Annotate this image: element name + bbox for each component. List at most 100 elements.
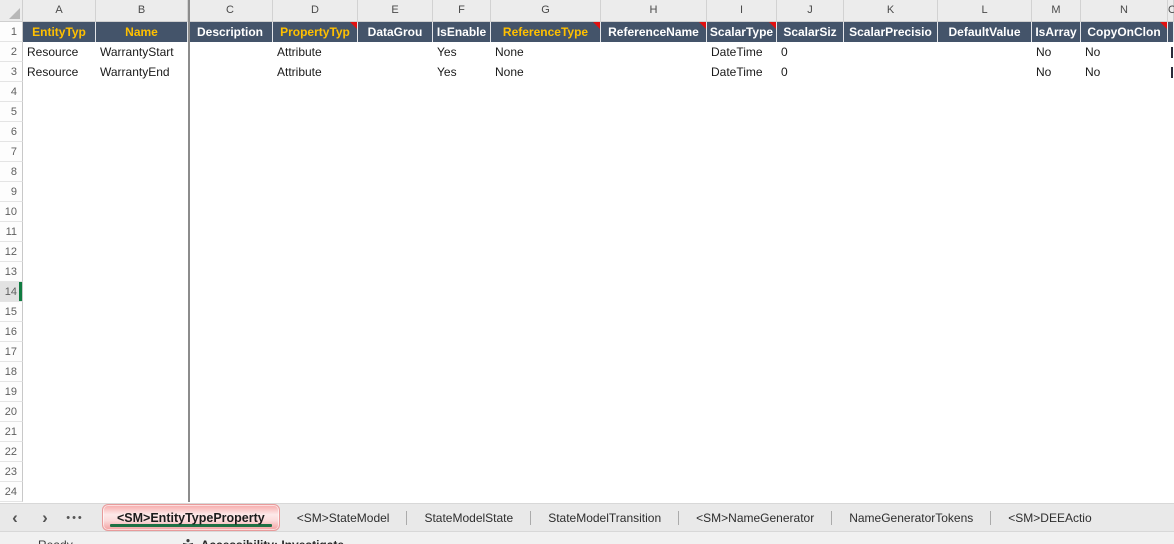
sheet-tab-active[interactable]: <SM>EntityTypeProperty	[102, 504, 280, 531]
more-sheets-icon[interactable]: •••	[60, 512, 90, 524]
select-all-corner[interactable]	[0, 0, 23, 21]
row-number-6[interactable]: 6	[0, 122, 23, 142]
comment-indicator-icon	[593, 22, 600, 29]
comment-indicator-icon	[769, 22, 776, 29]
column-letter-D[interactable]: D	[273, 0, 358, 21]
header-cell-CopyOnClon[interactable]: CopyOnClon	[1081, 22, 1168, 42]
accessibility-icon	[182, 538, 193, 544]
column-letter-H[interactable]: H	[601, 0, 707, 21]
column-letter-O[interactable]: O	[1168, 0, 1174, 21]
column-letter-C[interactable]: C	[188, 0, 273, 21]
column-letter-E[interactable]: E	[358, 0, 433, 21]
comment-indicator-icon	[699, 22, 706, 29]
row-number-11[interactable]: 11	[0, 222, 23, 242]
header-cell-IsEnable[interactable]: IsEnable	[433, 22, 491, 42]
freeze-pane-divider	[188, 0, 190, 502]
cell-N3[interactable]: No	[1081, 62, 1168, 82]
comment-indicator-icon	[1160, 22, 1167, 29]
column-letter-F[interactable]: F	[433, 0, 491, 21]
row-number-column: 1 2 3 4 5 6 7 8 9 10 11 12 13 14 15 16 17 18 19 20 21 22 23 24	[0, 22, 23, 502]
header-cell-ScalarPrecisio[interactable]: ScalarPrecisio	[844, 22, 938, 42]
row-number-24[interactable]: 24	[0, 482, 23, 502]
cell-F3[interactable]: Yes	[433, 62, 491, 82]
header-cell-ReferenceName[interactable]: ReferenceName	[601, 22, 707, 42]
tab-scroll-right-button[interactable]: ›	[30, 505, 60, 531]
header-cell-Name[interactable]: Name	[96, 22, 188, 42]
tab-scroll-left-button[interactable]: ‹	[0, 505, 30, 531]
select-all-triangle-icon	[9, 8, 20, 19]
column-letter-N[interactable]: N	[1081, 0, 1168, 21]
header-cell-ScalarSiz[interactable]: ScalarSiz	[777, 22, 844, 42]
accessibility-check-button[interactable]: Accessibility: Investigate	[181, 538, 344, 544]
clipped-cell-text-mark	[1171, 67, 1173, 78]
cell-B3[interactable]: WarrantyEnd	[96, 62, 188, 82]
row-number-10[interactable]: 10	[0, 202, 23, 222]
row-number-13[interactable]: 13	[0, 262, 23, 282]
column-letter-A[interactable]: A	[23, 0, 96, 21]
row-number-7[interactable]: 7	[0, 142, 23, 162]
cell-G3[interactable]: None	[491, 62, 601, 82]
cell-D3[interactable]: Attribute	[273, 62, 358, 82]
row-number-3[interactable]: 3	[0, 62, 23, 82]
header-cell-ScalarType[interactable]: ScalarType	[707, 22, 777, 42]
comment-indicator-icon	[350, 22, 357, 29]
column-letter-I[interactable]: I	[707, 0, 777, 21]
header-cell-EntityTyp[interactable]: EntityTyp	[23, 22, 96, 42]
row-number-4[interactable]: 4	[0, 82, 23, 102]
row-number-19[interactable]: 19	[0, 382, 23, 402]
cell-D2[interactable]: Attribute	[273, 42, 358, 62]
column-letter-G[interactable]: G	[491, 0, 601, 21]
sheet-tab-statemodelstate[interactable]: StateModelState	[407, 504, 530, 531]
inactive-sheet-tabs: <SM>StateModel StateModelState StateModelT…	[280, 504, 1109, 531]
header-cell-IsArray[interactable]: IsArray	[1032, 22, 1081, 42]
cell-J2[interactable]: 0	[777, 42, 844, 62]
row-number-20[interactable]: 20	[0, 402, 23, 422]
column-letter-M[interactable]: M	[1032, 0, 1081, 21]
row-number-23[interactable]: 23	[0, 462, 23, 482]
cell-F2[interactable]: Yes	[433, 42, 491, 62]
header-cell-DefaultValue[interactable]: DefaultValue	[938, 22, 1032, 42]
row-number-14[interactable]: 14	[0, 282, 23, 302]
cell-I3[interactable]: DateTime	[707, 62, 777, 82]
cell-N2[interactable]: No	[1081, 42, 1168, 62]
column-letter-K[interactable]: K	[844, 0, 938, 21]
header-cell-PropertyTyp[interactable]: PropertyTyp	[273, 22, 358, 42]
header-cell-Description[interactable]: Description	[188, 22, 273, 42]
row-number-2[interactable]: 2	[0, 42, 23, 62]
row-number-16[interactable]: 16	[0, 322, 23, 342]
row-number-21[interactable]: 21	[0, 422, 23, 442]
sheet-tab-namegeneratortokens[interactable]: NameGeneratorTokens	[832, 504, 990, 531]
active-tab-label: <SM>EntityTypeProperty	[117, 510, 265, 525]
row-number-5[interactable]: 5	[0, 102, 23, 122]
row-number-8[interactable]: 8	[0, 162, 23, 182]
row-number-9[interactable]: 9	[0, 182, 23, 202]
row-number-12[interactable]: 12	[0, 242, 23, 262]
column-letter-L[interactable]: L	[938, 0, 1032, 21]
sheet-tab-sm-namegenerator[interactable]: <SM>NameGenerator	[679, 504, 831, 531]
cell-A3[interactable]: Resource	[23, 62, 96, 82]
cell-I2[interactable]: DateTime	[707, 42, 777, 62]
cell-G2[interactable]: None	[491, 42, 601, 62]
cell-M3[interactable]: No	[1032, 62, 1081, 82]
cell-A2[interactable]: Resource	[23, 42, 96, 62]
row-number-17[interactable]: 17	[0, 342, 23, 362]
cell-B2[interactable]: WarrantyStart	[96, 42, 188, 62]
sheet-tab-sm-deeactio[interactable]: <SM>DEEActio	[991, 504, 1108, 531]
sheet-tab-statemodeltransition[interactable]: StateModelTransition	[531, 504, 678, 531]
sheet-tab-sm-statemodel[interactable]: <SM>StateModel	[280, 504, 407, 531]
row-number-15[interactable]: 15	[0, 302, 23, 322]
row-number-22[interactable]: 22	[0, 442, 23, 462]
status-bar: Ready Accessibility: Investigate	[0, 531, 1174, 544]
sheet-tab-bar: ‹ › ••• <SM>EntityTypeProperty <SM>State…	[0, 503, 1174, 531]
header-cell-ReferenceType[interactable]: ReferenceType	[491, 22, 601, 42]
column-letter-J[interactable]: J	[777, 0, 844, 21]
cell-J3[interactable]: 0	[777, 62, 844, 82]
row-number-1[interactable]: 1	[0, 22, 23, 42]
header-cell-O[interactable]	[1168, 22, 1174, 42]
accessibility-label: Accessibility: Investigate	[201, 538, 344, 544]
status-ready-label: Ready	[38, 538, 73, 544]
column-letter-B[interactable]: B	[96, 0, 188, 21]
cell-M2[interactable]: No	[1032, 42, 1081, 62]
row-number-18[interactable]: 18	[0, 362, 23, 382]
header-cell-DataGrou[interactable]: DataGrou	[358, 22, 433, 42]
